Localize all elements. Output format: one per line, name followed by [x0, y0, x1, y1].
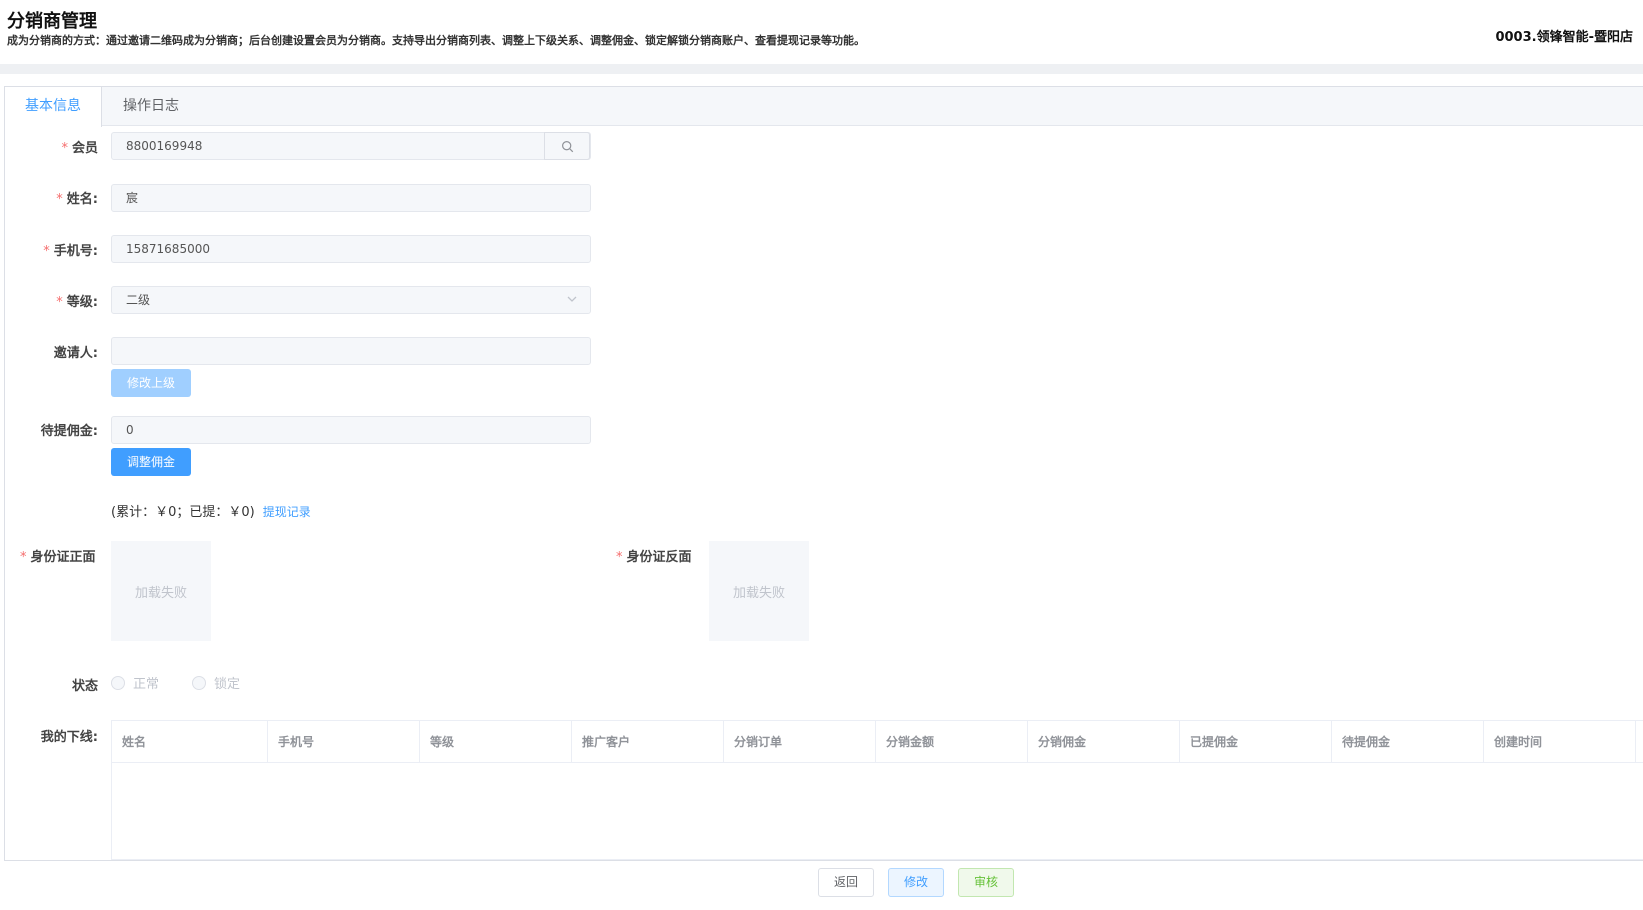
column-header[interactable]: 待提佣金: [1332, 721, 1484, 763]
status-label: 状态: [71, 679, 98, 694]
member-value: 8800169948: [126, 139, 203, 153]
page-header: 分销商管理 成为分销商的方式：通过邀请二维码成为分销商；后台创建设置会员为分销商…: [0, 0, 1643, 64]
column-header[interactable]: 创建时间: [1484, 721, 1636, 763]
table-header: 姓名 手机号 等级 推广客户 分销订单 分销金额 分销佣金 已提佣金 待提佣金 …: [112, 721, 1643, 763]
phone-input[interactable]: 15871685000: [111, 235, 591, 263]
status-radio-normal[interactable]: 正常: [111, 673, 159, 692]
back-button[interactable]: 返回: [818, 868, 875, 897]
id-front-label: * 身份证正面: [20, 550, 96, 565]
name-label: * 姓名:: [56, 192, 98, 207]
adjust-commission-button[interactable]: 调整佣金: [111, 448, 192, 476]
column-header[interactable]: 已提佣金: [1180, 721, 1332, 763]
column-header[interactable]: 分销订单: [724, 721, 876, 763]
chevron-down-icon: [567, 296, 577, 302]
required-mark: *: [56, 192, 63, 207]
required-mark: *: [56, 295, 63, 310]
downline-table: 姓名 手机号 等级 推广客户 分销订单 分销金额 分销佣金 已提佣金 待提佣金 …: [111, 720, 1643, 860]
phone-label: * 手机号:: [43, 244, 98, 259]
tab-operation-log[interactable]: 操作日志: [103, 87, 199, 126]
page-description: 成为分销商的方式：通过邀请二维码成为分销商；后台创建设置会员为分销商。支持导出分…: [7, 34, 865, 47]
required-mark: *: [20, 550, 27, 565]
column-header[interactable]: 手机号: [268, 721, 420, 763]
required-mark: *: [616, 550, 623, 565]
tab-bar: 基本信息 操作日志: [5, 87, 1643, 127]
level-value: 二级: [126, 293, 151, 307]
inviter-label: 邀请人:: [53, 346, 98, 361]
commission-summary: (累计：￥0；已提：￥0) 提现记录: [111, 501, 311, 520]
column-header[interactable]: 等级: [420, 721, 572, 763]
pending-commission-label: 待提佣金:: [40, 424, 98, 439]
status-radio-locked[interactable]: 锁定: [192, 673, 240, 692]
withdraw-records-link[interactable]: 提现记录: [263, 505, 311, 519]
search-button[interactable]: [544, 132, 590, 160]
required-mark: *: [43, 244, 50, 259]
id-back-image[interactable]: 加载失败: [709, 541, 809, 641]
column-header[interactable]: 推广客户: [572, 721, 724, 763]
change-superior-button[interactable]: 修改上级: [111, 369, 192, 397]
pending-commission-input[interactable]: 0: [111, 416, 591, 444]
required-mark: *: [61, 141, 68, 156]
member-input[interactable]: 8800169948: [111, 132, 591, 160]
summary-text: (累计：￥0；已提：￥0): [111, 505, 255, 520]
column-header[interactable]: 分销金额: [876, 721, 1028, 763]
audit-button[interactable]: 审核: [958, 868, 1015, 897]
level-select[interactable]: 二级: [111, 286, 591, 314]
radio-dot: [111, 675, 125, 690]
tab-basic-info[interactable]: 基本信息: [5, 87, 102, 127]
id-front-image[interactable]: 加载失败: [111, 541, 211, 641]
store-name: 0003.领锋智能-暨阳店: [1495, 30, 1633, 45]
downline-label: 我的下线:: [40, 730, 98, 745]
column-header[interactable]: 分销佣金: [1028, 721, 1180, 763]
page-title: 分销商管理: [7, 11, 97, 32]
edit-button[interactable]: 修改: [888, 868, 945, 897]
id-back-label: * 身份证反面: [616, 550, 692, 565]
inviter-input[interactable]: [111, 337, 591, 365]
name-input[interactable]: 宸: [111, 184, 591, 212]
column-header[interactable]: 姓名: [112, 721, 268, 763]
member-label: * 会员: [61, 141, 98, 156]
level-label: * 等级:: [56, 295, 98, 310]
radio-dot: [192, 675, 206, 690]
header-divider: [0, 64, 1643, 74]
search-icon: [561, 140, 573, 152]
